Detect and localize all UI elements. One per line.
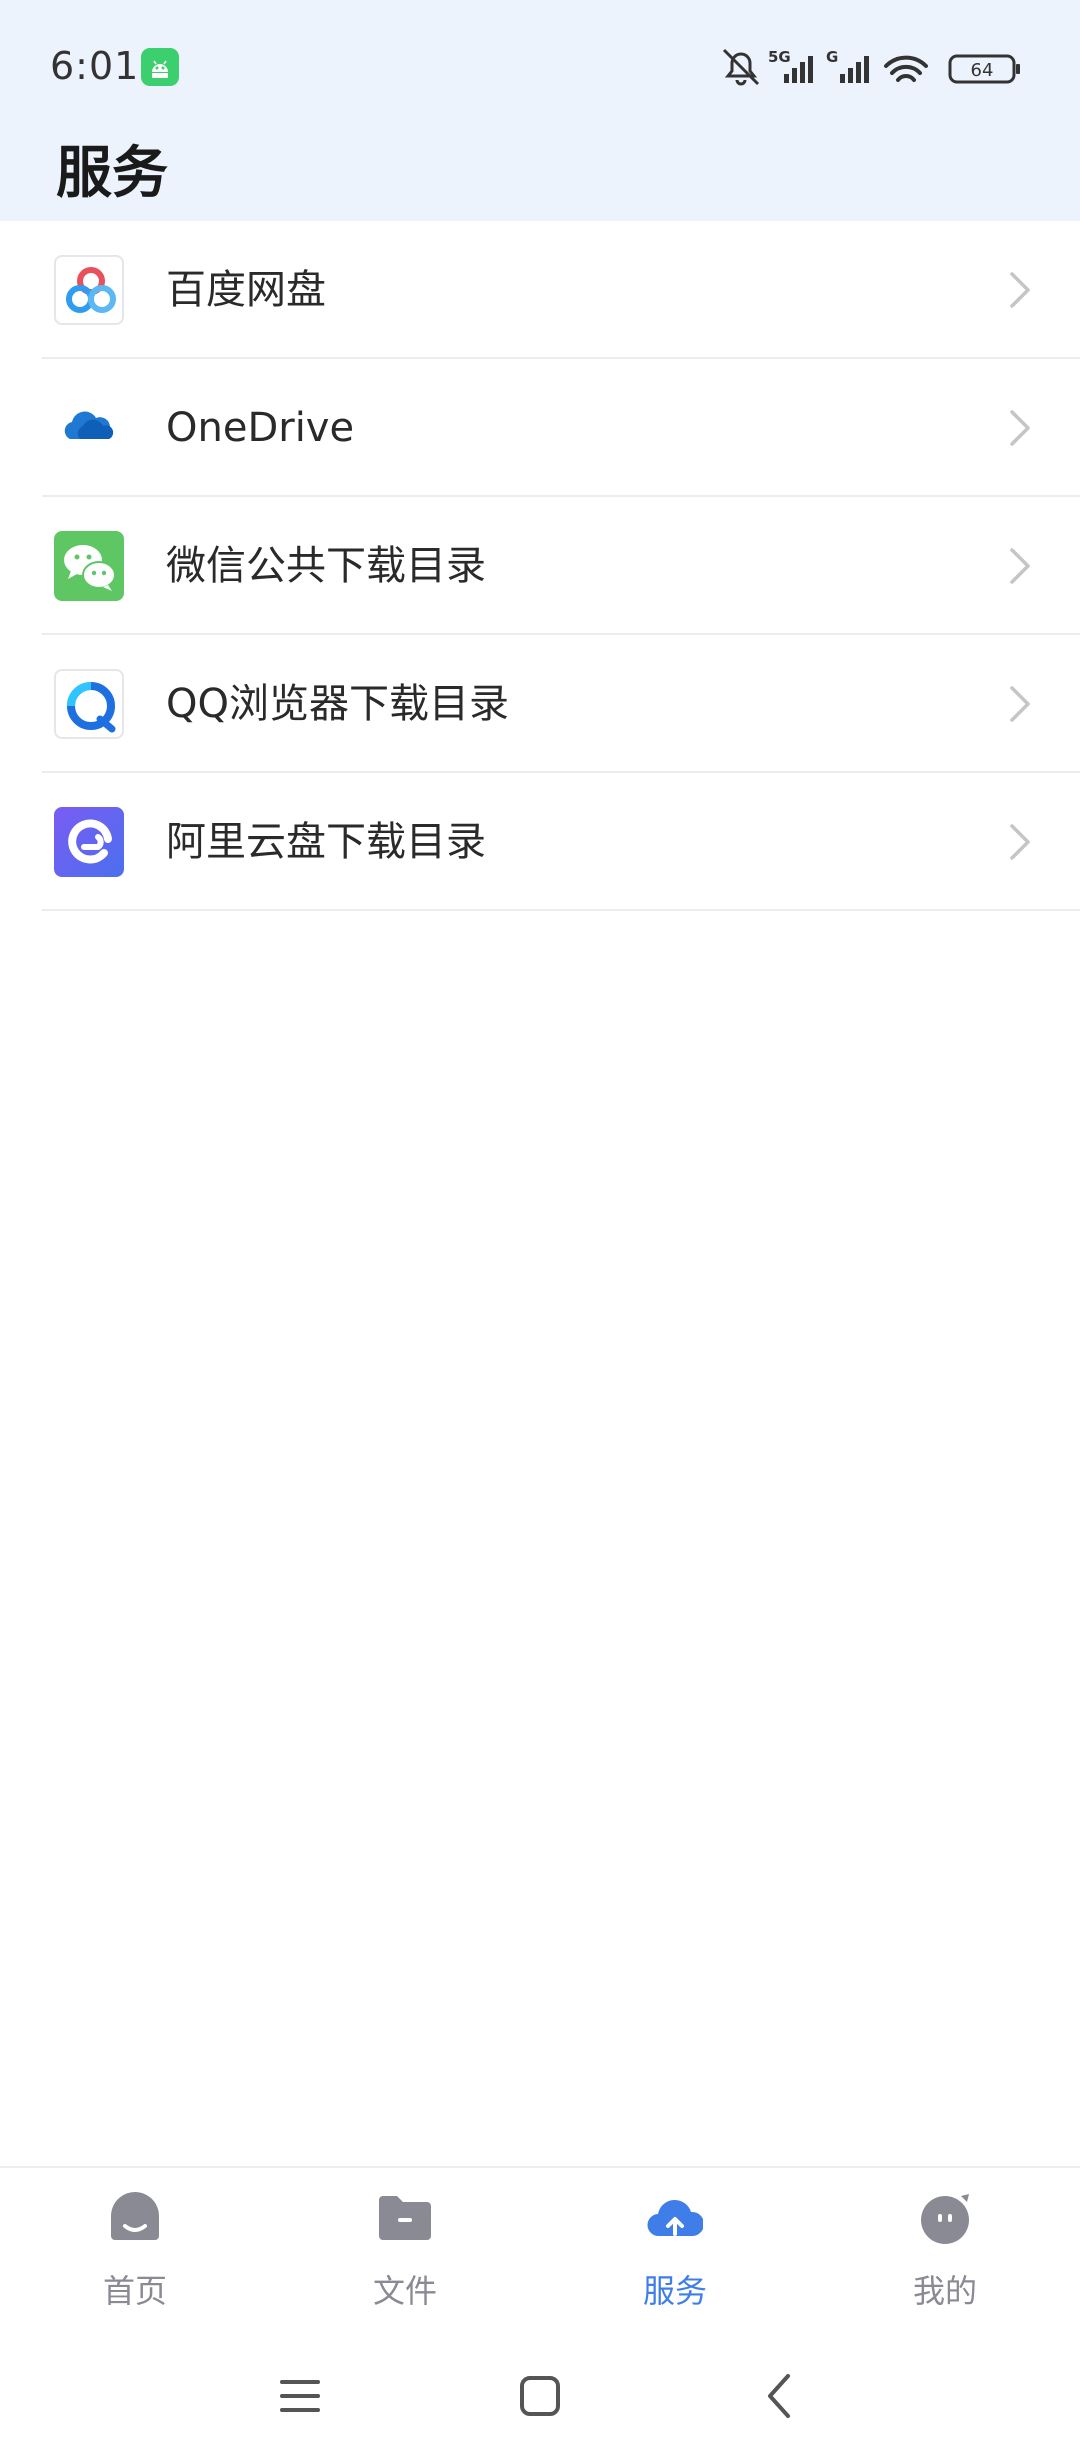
wifi-icon (884, 55, 928, 82)
tab-services[interactable]: 服务 (540, 2168, 810, 2338)
bottom-nav: 首页 文件 服务 我的 (0, 2166, 1080, 2338)
chevron-right-icon (1010, 548, 1030, 584)
system-nav-bar (0, 2336, 1080, 2460)
baidu-netdisk-icon (54, 255, 124, 325)
service-label: 阿里云盘下载目录 (166, 819, 486, 865)
tab-label: 文件 (372, 2272, 437, 2310)
service-label: OneDrive (166, 405, 355, 451)
svg-text:64: 64 (971, 60, 994, 81)
onedrive-icon (54, 393, 124, 463)
status-icons-svg: 5G G 64 (722, 48, 1020, 86)
battery-icon: 64 (948, 54, 1020, 84)
service-label: 微信公共下载目录 (166, 543, 486, 589)
profile-face-icon (921, 2194, 969, 2244)
status-bar: 6:01 5G G 64 (0, 0, 1080, 135)
chevron-right-icon (1010, 686, 1030, 722)
chevron-right-icon (1010, 410, 1030, 446)
service-item-aliyun-drive[interactable]: 阿里云盘下载目录 (42, 773, 1080, 911)
service-label: 百度网盘 (166, 267, 326, 313)
tab-home[interactable]: 首页 (0, 2168, 270, 2338)
home-icon (111, 2192, 159, 2240)
back-icon[interactable] (750, 2366, 810, 2426)
chevron-right-icon (1010, 824, 1030, 860)
header: 6:01 5G G 64 服务 (0, 0, 1080, 221)
cloud-upload-icon (647, 2199, 703, 2237)
service-item-wechat[interactable]: 微信公共下载目录 (42, 497, 1080, 635)
chevron-right-icon (1010, 272, 1030, 308)
tab-profile[interactable]: 我的 (810, 2168, 1080, 2338)
service-list: 百度网盘 OneDrive 微信公共下载目录 QQ浏览器下载目录 阿里云盘下载目… (0, 221, 1080, 911)
page-title: 服务 (56, 141, 168, 206)
service-item-onedrive[interactable]: OneDrive (42, 359, 1080, 497)
service-item-qq-browser[interactable]: QQ浏览器下载目录 (42, 635, 1080, 773)
signal-icon-2 (840, 56, 869, 83)
tab-label: 我的 (912, 2272, 977, 2310)
service-item-baidu-netdisk[interactable]: 百度网盘 (42, 221, 1080, 359)
bell-muted-icon (722, 48, 760, 86)
folder-icon (379, 2196, 431, 2240)
aliyun-drive-icon (54, 807, 124, 877)
wechat-icon (54, 531, 124, 601)
menu-icon[interactable] (270, 2366, 330, 2426)
svg-text:G: G (826, 48, 838, 66)
svg-text:5G: 5G (768, 48, 791, 66)
service-label: QQ浏览器下载目录 (166, 681, 509, 727)
tab-label: 服务 (642, 2272, 707, 2310)
home-button-icon[interactable] (510, 2366, 570, 2426)
tab-files[interactable]: 文件 (270, 2168, 540, 2338)
android-app-icon (141, 48, 179, 86)
qq-browser-icon (54, 669, 124, 739)
status-icons: 5G G 64 (720, 44, 1050, 90)
tab-label: 首页 (102, 2272, 167, 2310)
status-time: 6:01 (50, 44, 140, 88)
